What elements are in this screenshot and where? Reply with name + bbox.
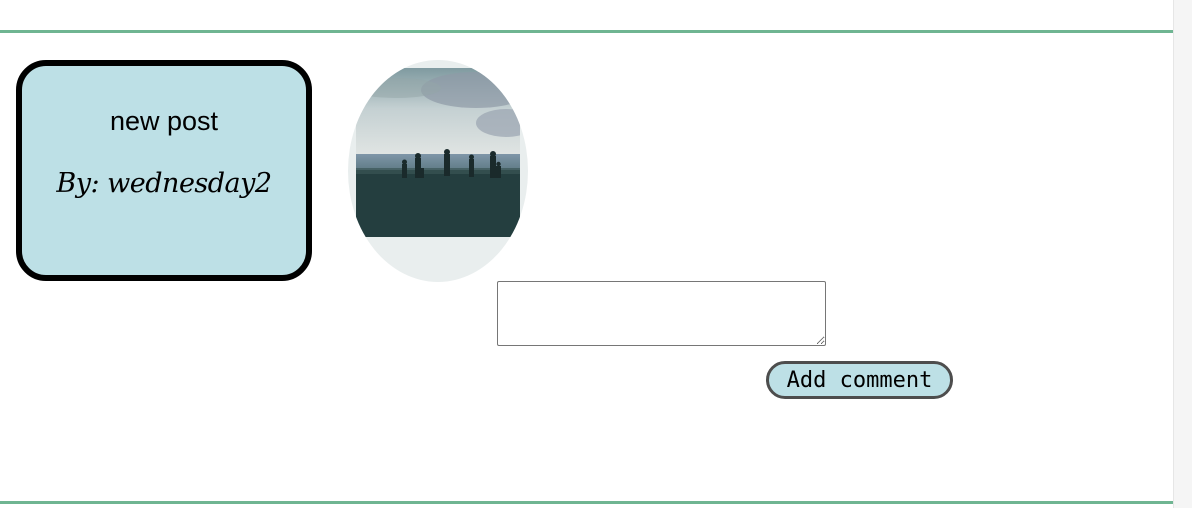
post-title: new post xyxy=(109,106,219,136)
comment-input[interactable] xyxy=(497,281,826,346)
beach-photo-icon xyxy=(356,68,520,237)
post-image xyxy=(348,60,528,282)
vertical-scrollbar[interactable] xyxy=(1173,0,1192,508)
post-info-box: new post By: wednesday2 xyxy=(16,60,312,281)
add-comment-button[interactable]: Add comment xyxy=(766,361,953,399)
post-author: By: wednesday2 xyxy=(56,168,272,199)
